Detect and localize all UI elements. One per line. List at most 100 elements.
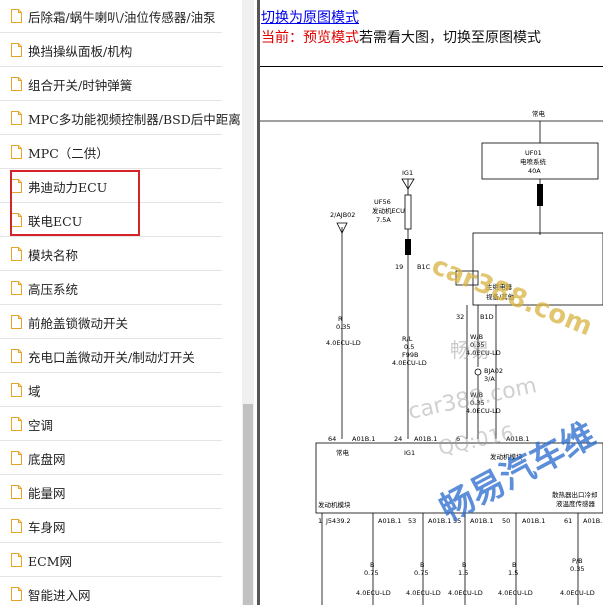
- sidebar-item[interactable]: 域: [0, 374, 222, 407]
- fuse-block: [537, 184, 543, 206]
- sidebar-item-label: 高压系统: [28, 281, 79, 297]
- schematic-label: 电喷系统: [520, 157, 547, 166]
- sidebar-item[interactable]: 充电口盖微动开关/制动灯开关: [0, 340, 222, 373]
- schematic-label: P/B: [572, 557, 583, 565]
- file-icon: [11, 77, 22, 91]
- switch-original-mode-link[interactable]: 切换为原图模式: [261, 7, 359, 27]
- sidebar-item-label: MPC多功能视频控制器/BSD后中距离: [28, 111, 241, 127]
- current-label: 当前：: [261, 30, 303, 46]
- file-icon: [11, 111, 22, 125]
- schematic-label: A01B.1: [352, 435, 375, 443]
- sidebar-item[interactable]: 前舱盖锁微动开关: [0, 306, 222, 339]
- schematic-label: 4.0ECU-LD: [498, 589, 533, 597]
- schematic-label: IG1: [402, 169, 413, 177]
- schematic-label: B: [420, 561, 424, 569]
- schematic-label: BJA02: [484, 367, 503, 375]
- sidebar-item-label: 弗迪动力ECU: [28, 179, 108, 195]
- schematic-label: 发动机模块: [318, 500, 351, 509]
- schematic-label: 散热器出口冷却: [552, 490, 598, 499]
- sidebar-item-label: ECM网: [28, 553, 72, 569]
- fuse-block: [405, 239, 411, 255]
- watermark-logo-text: car388.com: [427, 251, 596, 343]
- sidebar-item-label: 组合开关/时钟弹簧: [28, 77, 133, 93]
- schematic-label: 0.35: [336, 323, 350, 331]
- schematic-label: IG1: [404, 449, 415, 457]
- schematic-label: B: [462, 561, 466, 569]
- sidebar-item[interactable]: ECM网: [0, 544, 222, 577]
- schematic-label: 1.5: [458, 569, 468, 577]
- sidebar-item[interactable]: 组合开关/时钟弹簧: [0, 68, 222, 101]
- sidebar-item[interactable]: 车身网: [0, 510, 222, 543]
- file-icon: [11, 247, 22, 261]
- schematic-label: 64: [328, 435, 336, 443]
- sidebar-item-label: 能量网: [28, 485, 66, 501]
- file-icon: [11, 587, 22, 601]
- file-icon: [11, 485, 22, 499]
- sidebar-item[interactable]: 空调: [0, 408, 222, 441]
- mode-status: 当前：预览模式若需看大图，切换至原图模式: [261, 27, 541, 47]
- file-icon: [11, 213, 22, 227]
- file-icon: [11, 519, 22, 533]
- schematic-label: 4.0ECU-LD: [560, 589, 595, 597]
- sidebar-item[interactable]: MPC多功能视频控制器/BSD后中距离: [0, 102, 241, 135]
- sidebar-item-label: MPC（二供）: [28, 145, 109, 161]
- schematic-label: UF01: [525, 149, 542, 157]
- schematic-label: J5439.2: [325, 517, 351, 525]
- schematic-label: 4.0ECU-LD: [326, 339, 361, 347]
- content-panel: 切换为原图模式 当前：预览模式若需看大图，切换至原图模式 常电 UF01 电喷系…: [260, 0, 603, 605]
- schematic-label: 0.5: [404, 343, 414, 351]
- preview-mode-label: 预览模式: [303, 30, 359, 46]
- file-icon: [11, 315, 22, 329]
- file-icon: [11, 553, 22, 567]
- scrollbar-thumb[interactable]: [243, 404, 253, 605]
- schematic-label: B: [512, 561, 516, 569]
- sidebar-item-label: 前舱盖锁微动开关: [28, 315, 129, 331]
- schematic-label: 0.35: [570, 565, 584, 573]
- wiring-schematic[interactable]: 常电 UF01 电喷系统 40A IG1 UF56 发动机ECU 7.5A 19…: [260, 67, 603, 605]
- watermark-site: car388.com: [406, 373, 539, 425]
- sidebar-item[interactable]: 换挡操纵面板/机构: [0, 34, 222, 67]
- schematic-label: 4.0ECU-LD: [392, 359, 427, 367]
- schematic-label: 4.0ECU-LD: [356, 589, 391, 597]
- schematic-label: 1: [318, 517, 322, 525]
- schematic-label: 2/AJB02: [330, 211, 355, 219]
- schematic-label: 发动机ECU: [372, 206, 405, 215]
- file-icon: [11, 451, 22, 465]
- sidebar-item[interactable]: 弗迪动力ECU: [0, 170, 222, 203]
- schematic-label: A01B.1: [583, 517, 603, 525]
- file-icon: [11, 417, 22, 431]
- schematic-label: A01B.1: [414, 435, 437, 443]
- schematic-label: UF56: [374, 198, 391, 206]
- schematic-label: 7.5A: [376, 216, 391, 224]
- sidebar-item[interactable]: MPC（二供）: [0, 136, 222, 169]
- sidebar-item-label: 模块名称: [28, 247, 79, 263]
- sidebar-item[interactable]: 智能进入网: [0, 578, 222, 605]
- sidebar-item[interactable]: 模块名称: [0, 238, 222, 271]
- schematic-label: 50: [502, 517, 510, 525]
- schematic-label: F99B: [402, 351, 418, 359]
- sidebar-item[interactable]: 联电ECU: [0, 204, 222, 237]
- schematic-label: 4.0ECU-LD: [406, 589, 441, 597]
- file-icon: [11, 43, 22, 57]
- sidebar-item-label: 充电口盖微动开关/制动灯开关: [28, 349, 195, 365]
- sidebar-item[interactable]: 高压系统: [0, 272, 222, 305]
- file-icon: [11, 281, 22, 295]
- schematic-label: 19: [395, 263, 403, 271]
- schematic-label: R/L: [402, 335, 413, 343]
- sidebar-scrollbar[interactable]: [242, 0, 254, 605]
- schematic-label: 0.75: [364, 569, 378, 577]
- sidebar: 后除霜/蜗牛喇叭/油位传感器/油泵 换挡操纵面板/机构 组合开关/时钟弹簧 MP…: [0, 0, 242, 605]
- schematic-label: B1D: [480, 313, 494, 321]
- schematic-label: 0.75: [414, 569, 428, 577]
- sidebar-item[interactable]: 后除霜/蜗牛喇叭/油位传感器/油泵: [0, 0, 222, 33]
- schematic-label: 61: [564, 517, 572, 525]
- file-icon: [11, 179, 22, 193]
- file-icon: [11, 9, 22, 23]
- sidebar-item-label: 车身网: [28, 519, 66, 535]
- schematic-label: 常电: [532, 109, 546, 118]
- sidebar-item[interactable]: 能量网: [0, 476, 222, 509]
- schematic-label: 常电: [336, 448, 350, 457]
- sidebar-item-label: 空调: [28, 417, 54, 433]
- watermark: car388.com 畅易 car388.com QQ:016 畅易汽车维: [406, 251, 602, 530]
- sidebar-item[interactable]: 底盘网: [0, 442, 222, 475]
